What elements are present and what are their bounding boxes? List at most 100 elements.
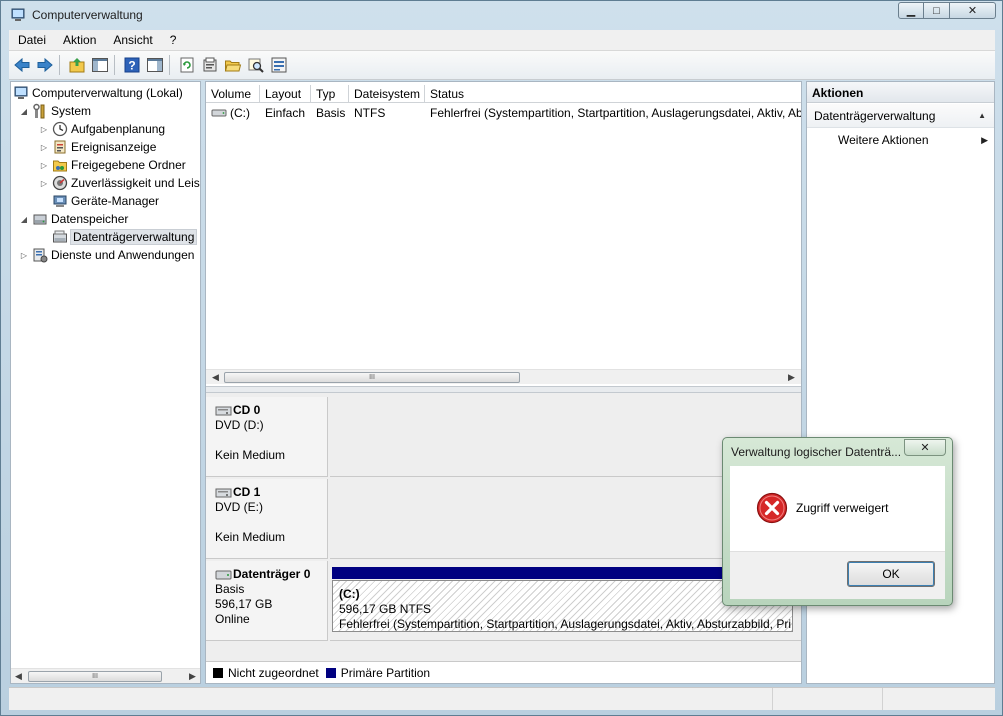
scrollbar-thumb[interactable]: III [28,671,162,682]
scroll-left-arrow-icon[interactable]: ◀ [208,370,223,385]
cell-dateisystem: NTFS [354,106,386,120]
maximize-button[interactable]: □ [924,2,950,19]
list-horizontal-scrollbar[interactable]: ◀ III ▶ [206,369,801,384]
disk-label-cd0[interactable]: CD 0 DVD (D:) Kein Medium [206,397,328,477]
actions-header: Aktionen [807,82,994,103]
tree-item-label: Ereignisanzeige [71,140,157,154]
dialog-close-button[interactable]: ✕ [904,439,946,456]
open-folder-icon[interactable] [223,55,243,75]
settings-icon[interactable] [269,55,289,75]
column-header-layout[interactable]: Layout [260,85,311,103]
expand-triangle-icon[interactable]: ▷ [39,161,49,170]
services-icon [32,247,48,263]
tree-item-system[interactable]: ◢ System [19,102,91,120]
title-bar[interactable]: Computerverwaltung ▁ □ ✕ [1,1,1002,29]
tree-item-task-scheduler[interactable]: ▷ Aufgabenplanung [39,120,165,138]
scroll-right-arrow-icon[interactable]: ▶ [185,669,200,683]
disk-label-cd1[interactable]: CD 1 DVD (E:) Kein Medium [206,479,328,559]
forward-arrow-icon[interactable] [35,55,55,75]
close-button[interactable]: ✕ [950,2,996,19]
disk-management-icon [52,229,68,245]
disk-status: Kein Medium [215,448,286,462]
minimize-button[interactable]: ▁ [898,2,924,19]
disk-size: 596,17 GB [215,597,273,611]
back-arrow-icon[interactable] [12,55,32,75]
tree-item-event-viewer[interactable]: ▷ Ereignisanzeige [39,138,156,156]
action-more-actions[interactable]: Weitere Aktionen ▶ [807,130,994,150]
column-header-typ[interactable]: Typ [311,85,349,103]
column-header-volume[interactable]: Volume [206,85,260,103]
scrollbar-thumb[interactable]: III [224,372,520,383]
properties-icon[interactable] [200,55,220,75]
actions-section-disk-management[interactable]: Datenträgerverwaltung ▲ [807,104,994,128]
error-dialog: Verwaltung logischer Datenträ... ✕ Zugri… [722,437,953,606]
tree-item-label: Datenträgerverwaltung [69,229,198,245]
menu-ansicht[interactable]: Ansicht [104,30,160,50]
performance-icon [52,175,68,191]
cd-drive-icon [215,404,233,418]
menu-help[interactable]: ? [161,30,185,50]
menu-datei[interactable]: Datei [9,30,54,50]
disk-type: DVD (D:) [215,418,264,432]
tree-item-device-manager[interactable]: Geräte-Manager [52,192,159,210]
disk-size [215,515,327,530]
disk-graphical-view: CD 0 DVD (D:) Kein Medium CD 1 DVD (E:) … [206,393,801,661]
column-header-status[interactable]: Status [425,85,801,103]
collapse-up-icon[interactable]: ▲ [978,104,986,128]
tree-item-disk-management[interactable]: Datenträgerverwaltung [52,228,198,246]
status-bar [9,687,995,710]
svg-text:?: ? [128,59,135,73]
show-hide-console-tree-icon[interactable] [90,55,110,75]
storage-icon [32,211,48,227]
disk-name: Datenträger 0 [233,567,311,581]
show-hide-action-pane-icon[interactable] [145,55,165,75]
legend-label-unallocated: Nicht zugeordnet [228,666,319,680]
dialog-body: Zugriff verweigert [730,466,945,551]
menu-aktion[interactable]: Aktion [54,30,104,50]
menu-bar: Datei Aktion Ansicht ? [9,30,995,51]
tree-horizontal-scrollbar[interactable]: ◀ III ▶ [11,668,200,683]
disk-status: Online [215,612,250,626]
expand-triangle-icon[interactable]: ▷ [19,251,29,260]
scroll-left-arrow-icon[interactable]: ◀ [11,669,26,683]
tree-item-label: Zuverlässigkeit und Leis [71,176,200,190]
submenu-arrow-icon: ▶ [981,135,988,145]
expand-triangle-icon[interactable]: ▷ [39,143,49,152]
disk-management-pane: Volume Layout Typ Dateisystem Status (C:… [205,81,802,684]
column-header-dateisystem[interactable]: Dateisystem [349,85,425,103]
refresh-icon[interactable] [177,55,197,75]
table-row[interactable]: (C:) Einfach Basis NTFS Fehlerfrei (Syst… [206,104,801,122]
caption-buttons: ▁ □ ✕ [898,2,996,20]
help-icon[interactable]: ? [122,55,142,75]
disk-label-disk0[interactable]: Datenträger 0 Basis 596,17 GB Online [206,561,328,641]
status-cell [883,688,995,710]
up-folder-icon[interactable] [67,55,87,75]
tree-item-label: Freigegebene Ordner [71,158,186,172]
dialog-title: Verwaltung logischer Datenträ... [731,445,902,459]
tree-item-shared-folders[interactable]: ▷ Freigegebene Ordner [39,156,186,174]
disk-size [215,433,327,448]
ok-button[interactable]: OK [847,561,935,587]
tree-item-services-applications[interactable]: ▷ Dienste und Anwendungen [19,246,194,264]
cell-layout: Einfach [265,106,306,120]
tree-item-computer-management[interactable]: Computerverwaltung (Lokal) [13,84,183,102]
shared-folder-icon [52,157,68,173]
toolbar: ? [9,51,995,80]
tree-item-label: System [51,104,92,118]
collapse-triangle-icon[interactable]: ◢ [19,215,29,224]
hard-disk-icon [215,568,233,582]
toolbar-separator [114,55,115,75]
actions-section-label: Datenträgerverwaltung [814,109,936,123]
expand-triangle-icon[interactable]: ▷ [39,179,49,188]
pane-splitter[interactable] [206,386,801,393]
tree-item-storage[interactable]: ◢ Datenspeicher [19,210,128,228]
tree-item-reliability-performance[interactable]: ▷ Zuverlässigkeit und Leis [39,174,200,192]
expand-triangle-icon[interactable]: ▷ [39,125,49,134]
status-cell [773,688,883,710]
tree-item-label: Geräte-Manager [71,194,160,208]
collapse-triangle-icon[interactable]: ◢ [19,107,29,116]
search-disk-icon[interactable] [246,55,266,75]
scroll-right-arrow-icon[interactable]: ▶ [784,370,799,385]
computer-management-icon [10,7,26,23]
legend-label-primary: Primäre Partition [340,666,431,680]
